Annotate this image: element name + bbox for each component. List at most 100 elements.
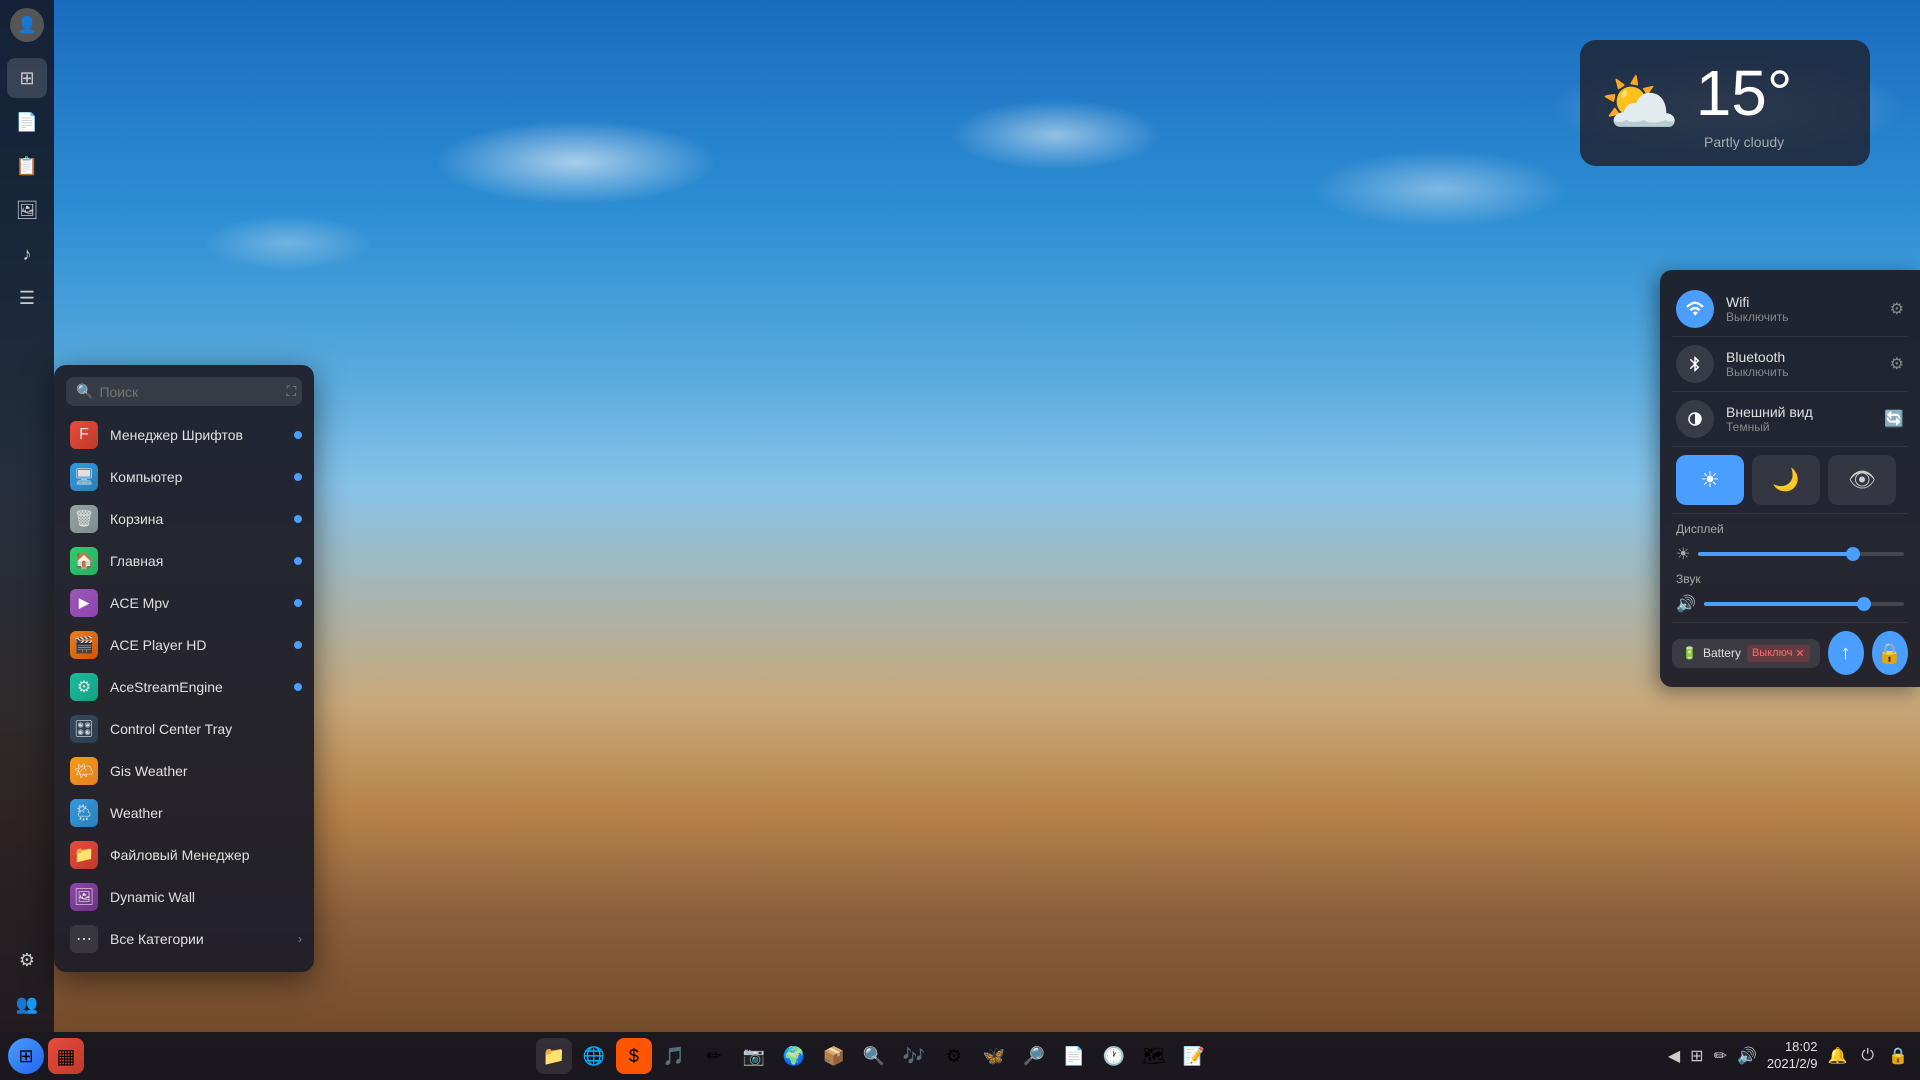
weather-temperature: 15° bbox=[1696, 56, 1793, 130]
menu-item-weather[interactable]: 🌦 Weather bbox=[54, 792, 314, 834]
menu-item-home[interactable]: 🏠 Главная bbox=[54, 540, 314, 582]
tray-pen-icon[interactable]: ✏ bbox=[1710, 1042, 1731, 1070]
bright-mode-button[interactable]: ☀ bbox=[1676, 455, 1744, 505]
new-indicator bbox=[294, 431, 302, 439]
sidebar-item-files[interactable]: 📄 bbox=[7, 102, 47, 142]
control-center-panel: Wifi Выключить ⚙ Bluetooth Выключить ⚙ В… bbox=[1660, 270, 1920, 687]
gis-weather-icon: 🌤 bbox=[70, 757, 98, 785]
submenu-arrow-icon: › bbox=[298, 932, 302, 946]
sidebar-item-notes[interactable]: 📋 bbox=[7, 146, 47, 186]
new-indicator bbox=[294, 641, 302, 649]
display-label: Дисплей bbox=[1676, 522, 1904, 536]
taskbar-app-settings[interactable]: ⚙ bbox=[936, 1038, 972, 1074]
menu-item-label: Все Категории bbox=[110, 931, 204, 947]
menu-item-label: AceStreamEngine bbox=[110, 679, 223, 695]
menu-item-ace-mpv[interactable]: ▶ ACE Mpv bbox=[54, 582, 314, 624]
sidebar-item-apps[interactable]: ⊞ bbox=[7, 58, 47, 98]
wifi-settings-icon[interactable]: ⚙ bbox=[1890, 299, 1904, 319]
menu-item-label: Dynamic Wall bbox=[110, 889, 195, 905]
sound-track[interactable] bbox=[1704, 602, 1904, 606]
sidebar-item-list[interactable]: ☰ bbox=[7, 278, 47, 318]
system-clock: 18:02 2021/2/9 bbox=[1767, 1039, 1818, 1073]
sidebar-avatar[interactable]: 👤 bbox=[10, 8, 44, 42]
tray-notification-icon[interactable]: 🔔 bbox=[1824, 1042, 1852, 1070]
eye-mode-button[interactable]: 👁 bbox=[1828, 455, 1896, 505]
menu-item-ace-player[interactable]: 🎬 ACE Player HD bbox=[54, 624, 314, 666]
taskbar-app-edit[interactable]: ✏ bbox=[696, 1038, 732, 1074]
taskbar-app-terminal[interactable]: $ bbox=[616, 1038, 652, 1074]
taskbar-app-butterfly[interactable]: 🦋 bbox=[976, 1038, 1012, 1074]
brightness-icon: ☀ bbox=[1676, 544, 1690, 564]
bluetooth-subtitle: Выключить bbox=[1726, 365, 1878, 379]
taskbar-app-map[interactable]: 🗺 bbox=[1136, 1038, 1172, 1074]
taskbar-apps: 📁 🌐 $ 🎵 ✏ 📷 🌍 📦 🔍 🎶 ⚙ 🦋 🔎 📄 🕐 🗺 📝 bbox=[84, 1038, 1664, 1074]
taskbar-left: ⊞ ▦ bbox=[8, 1038, 84, 1074]
computer-icon: 🖥 bbox=[70, 463, 98, 491]
new-indicator bbox=[294, 599, 302, 607]
menu-item-label: ACE Mpv bbox=[110, 595, 169, 611]
menu-item-all-categories[interactable]: ⋯ Все Категории › bbox=[54, 918, 314, 960]
taskbar-app-music[interactable]: 🎶 bbox=[896, 1038, 932, 1074]
left-sidebar: 👤 ⊞ 📄 📋 🖼 ♪ ☰ ⚙ 👥 bbox=[0, 0, 54, 1032]
upload-button[interactable]: ↑ bbox=[1828, 631, 1864, 675]
appearance-settings-icon[interactable]: 🔄 bbox=[1884, 409, 1904, 429]
taskbar-app-clock[interactable]: 🕐 bbox=[1096, 1038, 1132, 1074]
menu-item-font-mgr[interactable]: F Менеджер Шрифтов bbox=[54, 414, 314, 456]
taskbar-app-camera[interactable]: 📷 bbox=[736, 1038, 772, 1074]
menu-item-ace-engine[interactable]: ⚙ AceStreamEngine bbox=[54, 666, 314, 708]
menu-item-label: ACE Player HD bbox=[110, 637, 206, 653]
taskbar-app-globe[interactable]: 🌍 bbox=[776, 1038, 812, 1074]
cc-tray-icon: 🎛 bbox=[70, 715, 98, 743]
menu-item-computer[interactable]: 🖥 Компьютер bbox=[54, 456, 314, 498]
menu-item-cc-tray[interactable]: 🎛 Control Center Tray bbox=[54, 708, 314, 750]
menu-item-trash[interactable]: 🗑 Корзина bbox=[54, 498, 314, 540]
wifi-subtitle: Выключить bbox=[1726, 310, 1878, 324]
taskbar-app-finder[interactable]: 🔍 bbox=[856, 1038, 892, 1074]
expand-icon[interactable]: ⛶ bbox=[286, 383, 296, 400]
menu-item-label: Файловый Менеджер bbox=[110, 847, 250, 863]
menu-item-file-mgr[interactable]: 📁 Файловый Менеджер bbox=[54, 834, 314, 876]
search-input[interactable] bbox=[99, 384, 280, 400]
appearance-label: Внешний вид Темный bbox=[1726, 404, 1872, 434]
menu-search-bar: 🔍 ⛶ bbox=[66, 377, 302, 406]
brightness-thumb[interactable] bbox=[1846, 547, 1860, 561]
sidebar-item-settings[interactable]: ⚙ bbox=[7, 940, 47, 980]
tray-prev-icon[interactable]: ◀ bbox=[1664, 1042, 1684, 1070]
ace-player-icon: 🎬 bbox=[70, 631, 98, 659]
grid-button[interactable]: ▦ bbox=[48, 1038, 84, 1074]
menu-item-label: Компьютер bbox=[110, 469, 182, 485]
cc-bottom-row: 🔋 Battery Выключ ✕ ↑ 🔒 bbox=[1672, 623, 1908, 675]
bluetooth-icon[interactable] bbox=[1676, 345, 1714, 383]
taskbar-app-media[interactable]: 🎵 bbox=[656, 1038, 692, 1074]
appearance-icon[interactable] bbox=[1676, 400, 1714, 438]
bluetooth-label: Bluetooth Выключить bbox=[1726, 349, 1878, 379]
menu-item-label: Менеджер Шрифтов bbox=[110, 427, 243, 443]
taskbar-app-search[interactable]: 🔎 bbox=[1016, 1038, 1052, 1074]
brightness-fill bbox=[1698, 552, 1852, 556]
lock-button[interactable]: 🔒 bbox=[1872, 631, 1908, 675]
menu-item-gis-weather[interactable]: 🌤 Gis Weather bbox=[54, 750, 314, 792]
appearance-row: Внешний вид Темный 🔄 bbox=[1672, 392, 1908, 447]
menu-item-label: Корзина bbox=[110, 511, 163, 527]
tray-grid-icon[interactable]: ⊞ bbox=[1686, 1042, 1707, 1070]
taskbar-app-archive[interactable]: 📦 bbox=[816, 1038, 852, 1074]
appearance-subtitle: Темный bbox=[1726, 420, 1872, 434]
dark-mode-button[interactable]: 🌙 bbox=[1752, 455, 1820, 505]
sidebar-item-media[interactable]: 🖼 bbox=[7, 190, 47, 230]
brightness-track[interactable] bbox=[1698, 552, 1904, 556]
taskbar-app-browser[interactable]: 🌐 bbox=[576, 1038, 612, 1074]
bluetooth-settings-icon[interactable]: ⚙ bbox=[1890, 354, 1904, 374]
taskbar-app-notes[interactable]: 📝 bbox=[1176, 1038, 1212, 1074]
tray-volume-icon[interactable]: 🔊 bbox=[1733, 1042, 1761, 1070]
tray-lock-icon[interactable]: 🔒 bbox=[1884, 1042, 1912, 1070]
start-button[interactable]: ⊞ bbox=[8, 1038, 44, 1074]
tray-power-icon[interactable]: ⏻ bbox=[1857, 1043, 1878, 1069]
taskbar-app-doc[interactable]: 📄 bbox=[1056, 1038, 1092, 1074]
menu-item-dynamic-wall[interactable]: 🖼 Dynamic Wall bbox=[54, 876, 314, 918]
wifi-icon[interactable] bbox=[1676, 290, 1714, 328]
sidebar-item-user[interactable]: 👥 bbox=[7, 984, 47, 1024]
sidebar-item-music[interactable]: ♪ bbox=[7, 234, 47, 274]
display-mode-row: ☀ 🌙 👁 bbox=[1672, 447, 1908, 514]
taskbar-app-files[interactable]: 📁 bbox=[536, 1038, 572, 1074]
sound-thumb[interactable] bbox=[1857, 597, 1871, 611]
